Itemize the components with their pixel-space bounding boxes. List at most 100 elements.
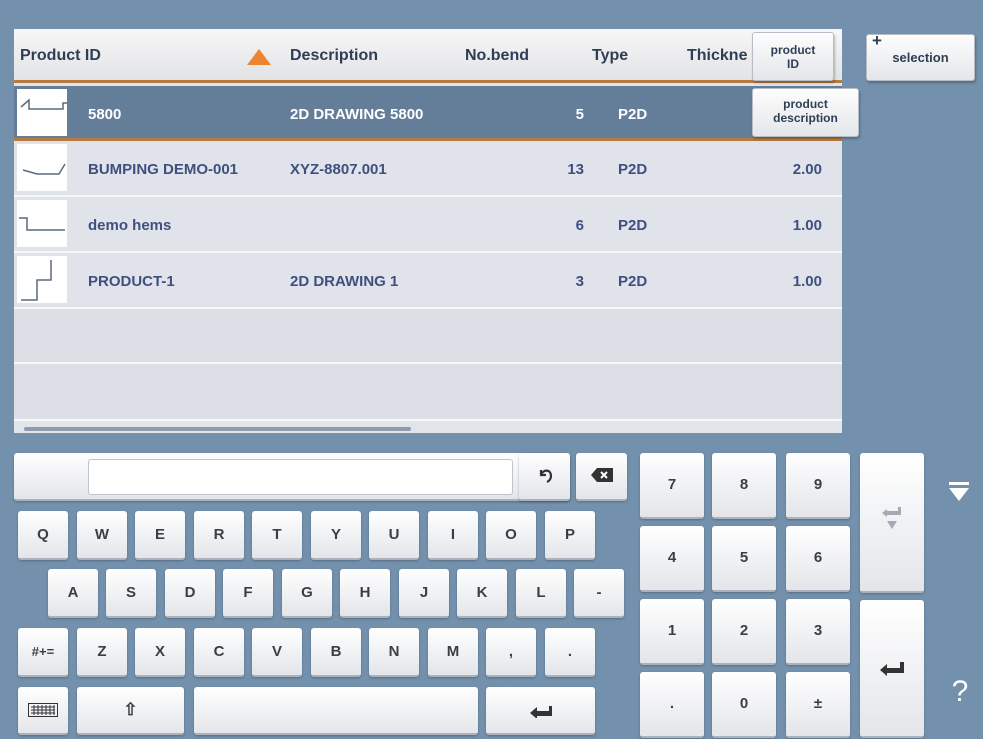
key-k[interactable]: K [457, 569, 507, 618]
numpad-key-8[interactable]: 8 [712, 453, 776, 519]
key-d[interactable]: D [165, 569, 215, 618]
key-l[interactable]: L [516, 569, 566, 618]
key-a[interactable]: A [48, 569, 98, 618]
undo-button[interactable] [519, 453, 570, 501]
key-label: S [125, 584, 136, 601]
numpad-key-decimal[interactable]: . [640, 672, 704, 738]
key-m[interactable]: M [428, 628, 478, 677]
key-label: P [564, 526, 575, 543]
column-header-type[interactable]: Type [592, 47, 628, 65]
key-o[interactable]: O [486, 511, 536, 560]
key-label: - [596, 584, 602, 601]
key-label: K [476, 584, 488, 601]
numpad-key-9[interactable]: 9 [786, 453, 850, 519]
cell-type: P2D [618, 161, 648, 178]
numpad-key-5[interactable]: 5 [712, 526, 776, 592]
cell-product-id: PRODUCT-1 [88, 273, 175, 290]
table-row[interactable]: demo hems 6 P2D 1.00 [14, 197, 842, 253]
key-w[interactable]: W [77, 511, 127, 560]
key-z[interactable]: Z [77, 628, 127, 677]
key-r[interactable]: R [194, 511, 244, 560]
key-j[interactable]: J [399, 569, 449, 618]
cell-description: 2D DRAWING 1 [290, 273, 399, 290]
cell-product-id: demo hems [88, 217, 172, 234]
key-g[interactable]: G [282, 569, 332, 618]
key-c[interactable]: C [194, 628, 244, 677]
horizontal-scrollbar[interactable] [24, 427, 411, 431]
sort-ascending-icon[interactable] [247, 49, 271, 65]
key-label: 2 [739, 622, 749, 639]
key-comma[interactable]: , [486, 628, 536, 677]
numpad-key-1[interactable]: 1 [640, 599, 704, 665]
part-profile-icon [17, 200, 67, 247]
numpad-key-0[interactable]: 0 [712, 672, 776, 738]
key-y[interactable]: Y [311, 511, 361, 560]
space-key[interactable] [194, 687, 478, 735]
key-label: R [213, 526, 225, 543]
key-label: J [419, 584, 429, 601]
key-x[interactable]: X [135, 628, 185, 677]
key-label: X [154, 643, 165, 660]
key-n[interactable]: N [369, 628, 419, 677]
key-label: D [184, 584, 196, 601]
column-header-thickness[interactable]: Thickne [687, 47, 747, 65]
table-row[interactable]: PRODUCT-1 2D DRAWING 1 3 P2D 1.00 [14, 253, 842, 309]
product-id-button-label: product ID [770, 43, 816, 71]
key-q[interactable]: Q [18, 511, 68, 560]
plus-icon: + [872, 31, 882, 50]
numpad-key-7[interactable]: 7 [640, 453, 704, 519]
help-icon: ? [951, 675, 969, 708]
numpad-key-2[interactable]: 2 [712, 599, 776, 665]
key-label: E [154, 526, 165, 543]
help-button[interactable]: ? [945, 672, 975, 712]
cell-thickness: 1.00 [792, 273, 822, 290]
search-input[interactable] [88, 459, 513, 495]
product-description-button[interactable]: product description [752, 88, 859, 137]
key-p[interactable]: P [545, 511, 595, 560]
key-f[interactable]: F [223, 569, 273, 618]
key-i[interactable]: I [428, 511, 478, 560]
column-header-no-bend[interactable]: No.bend [465, 47, 529, 65]
collapse-keyboard-button[interactable] [947, 482, 971, 502]
enter-key[interactable] [486, 687, 595, 735]
key-s[interactable]: S [106, 569, 156, 618]
product-description-button-label: product description [773, 97, 838, 125]
table-row[interactable]: 5800 2D DRAWING 5800 5 P2D [14, 86, 842, 141]
selection-button-label: selection [892, 50, 949, 65]
shift-key[interactable]: ⇧ [77, 687, 184, 735]
backspace-button[interactable] [576, 453, 627, 501]
key-label: . [669, 695, 675, 712]
key-h[interactable]: H [340, 569, 390, 618]
symbols-key[interactable]: #+= [18, 628, 68, 677]
enter-button[interactable] [860, 600, 924, 738]
selection-button[interactable]: + selection [866, 31, 975, 81]
numpad-key-plus-minus[interactable]: ± [786, 672, 850, 738]
key-t[interactable]: T [252, 511, 302, 560]
part-profile-icon [17, 256, 67, 303]
key-label: 3 [813, 622, 823, 639]
cell-description: XYZ-8807.001 [290, 161, 387, 178]
keyboard-toggle-button[interactable] [18, 687, 68, 735]
numpad-key-4[interactable]: 4 [640, 526, 704, 592]
key-v[interactable]: V [252, 628, 302, 677]
enter-down-button[interactable] [860, 453, 924, 593]
key-label: ± [813, 695, 823, 712]
product-id-button[interactable]: product ID [752, 32, 834, 81]
table-row[interactable]: BUMPING DEMO-001 XYZ-8807.001 13 P2D 2.0… [14, 141, 842, 197]
key-u[interactable]: U [369, 511, 419, 560]
table-row-empty [14, 309, 842, 364]
backspace-icon [590, 468, 613, 482]
column-header-product-id[interactable]: Product ID [20, 47, 101, 65]
key-label: T [272, 526, 282, 543]
cell-type: P2D [618, 273, 648, 290]
key-hyphen[interactable]: - [574, 569, 624, 618]
key-e[interactable]: E [135, 511, 185, 560]
cell-description: 2D DRAWING 5800 [290, 106, 424, 123]
numpad-key-6[interactable]: 6 [786, 526, 850, 592]
numpad-key-3[interactable]: 3 [786, 599, 850, 665]
key-label: 4 [667, 549, 677, 566]
column-header-description[interactable]: Description [290, 47, 378, 65]
key-b[interactable]: B [311, 628, 361, 677]
key-label: B [330, 643, 342, 660]
key-period[interactable]: . [545, 628, 595, 677]
